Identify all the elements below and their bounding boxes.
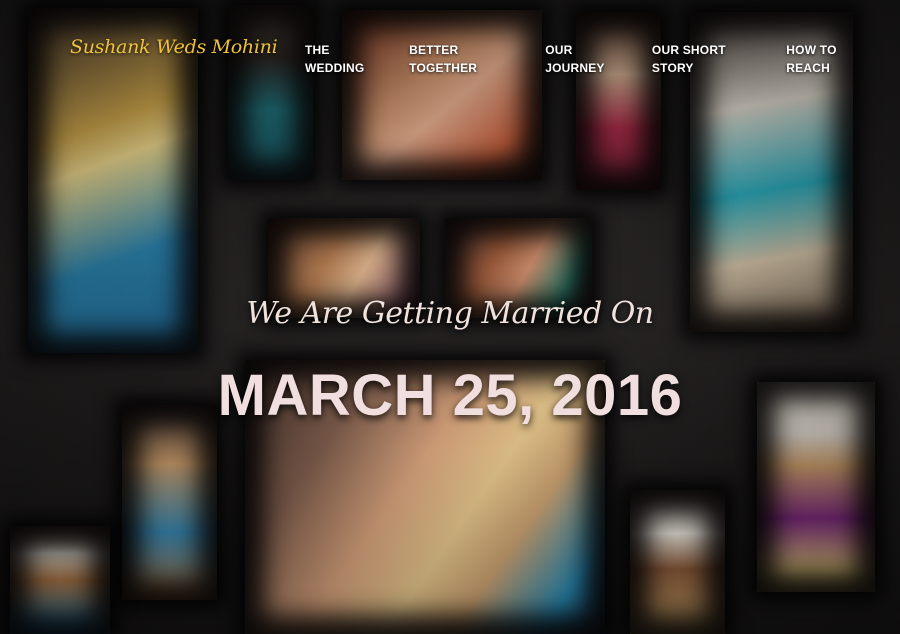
nav-link-our-journey[interactable]: OUR JOURNEY [545, 43, 604, 75]
nav-item-our-journey: OUR JOURNEY [545, 41, 632, 77]
main-nav: THE WEDDING BETTER TOGETHER OUR JOURNEY … [305, 41, 900, 77]
groom-portrait-photo [228, 5, 313, 180]
groom-namaste-photo [630, 490, 725, 634]
hero-tagline: We Are Getting Married On [246, 296, 654, 331]
groom-smiling-photo [10, 526, 110, 634]
nav-item-better-together: BETTER TOGETHER [409, 41, 525, 77]
bride-portrait-photo [576, 12, 661, 190]
nav-link-better-together[interactable]: BETTER TOGETHER [409, 43, 477, 75]
wedding-date: MARCH 25, 2016 [217, 363, 683, 428]
bride-blue-saree-photo [122, 405, 217, 600]
nav-link-how-to-reach[interactable]: HOW TO REACH [786, 43, 836, 75]
nav-item-how-to-reach: HOW TO REACH [786, 41, 880, 77]
ring-hands-photo [342, 10, 542, 180]
nav-item-the-wedding: THE WEDDING [305, 41, 389, 77]
site-logo[interactable]: Sushank Weds Mohini [70, 36, 278, 58]
nav-link-the-wedding[interactable]: THE WEDDING [305, 43, 364, 75]
nav-link-our-short-story[interactable]: OUR SHORT STORY [652, 43, 726, 75]
nav-item-our-short-story: OUR SHORT STORY [652, 41, 766, 77]
